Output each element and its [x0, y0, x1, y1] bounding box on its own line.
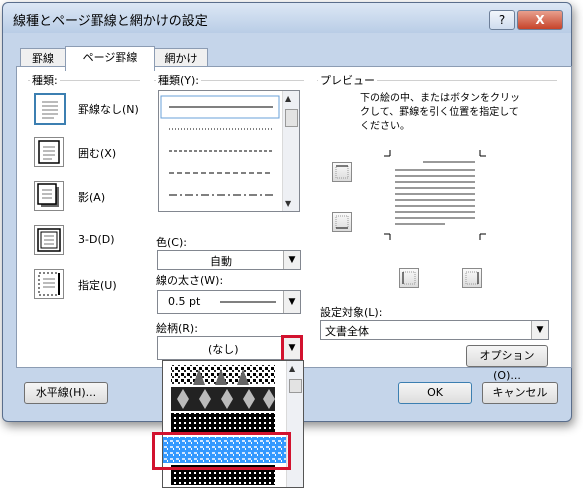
left-border-icon: [402, 271, 416, 285]
apply-to-dropdown-arrow-icon[interactable]: ▼: [531, 321, 548, 339]
dialog-title: 線種とページ罫線と網かけの設定: [13, 14, 208, 29]
setting-shadow-button[interactable]: [34, 181, 64, 211]
horizontal-line-button[interactable]: 水平線(H)...: [24, 382, 108, 404]
setting-3d-icon: [37, 228, 61, 252]
setting-none-button[interactable]: [34, 93, 66, 125]
color-dropdown[interactable]: 自動 ▼: [157, 250, 301, 270]
art-dropdown[interactable]: (なし) ▼: [157, 336, 301, 360]
setting-shadow-label[interactable]: 影(A): [78, 189, 105, 205]
setting-box-icon: [38, 140, 60, 164]
setting-none-icon: [42, 101, 58, 119]
setting-3d-label[interactable]: 3-D(D): [78, 233, 115, 246]
close-button[interactable]: X: [517, 10, 563, 30]
width-value: 0.5 pt: [168, 295, 201, 308]
setting-custom-icon: [38, 272, 60, 296]
right-border-icon: [465, 271, 479, 285]
width-line-sample: [220, 301, 276, 303]
top-border-icon: [335, 165, 349, 179]
preview-page[interactable]: [375, 148, 495, 248]
setting-box-label[interactable]: 囲む(X): [78, 145, 116, 161]
right-border-button[interactable]: [462, 268, 482, 288]
width-dropdown[interactable]: 0.5 pt ▼: [157, 290, 301, 314]
style-label: 種類(Y):: [156, 72, 202, 88]
preview-label: プレビュー: [318, 72, 377, 88]
line-style-samples: [160, 95, 280, 196]
art-scroll-thumb[interactable]: [289, 379, 302, 393]
bottom-border-button[interactable]: [332, 212, 352, 232]
cancel-button[interactable]: キャンセル: [482, 382, 558, 404]
setting-none-label[interactable]: 罫線なし(N): [78, 101, 139, 117]
art-label: 絵柄(R):: [156, 322, 198, 335]
help-button[interactable]: ?: [489, 10, 515, 30]
setting-shadow-icon: [37, 183, 59, 207]
setting-3d-button[interactable]: [34, 225, 64, 255]
settings-label: 種類:: [30, 72, 60, 88]
top-border-button[interactable]: [332, 162, 352, 182]
tab-page-border[interactable]: ページ罫線: [65, 46, 155, 71]
color-value: 自動: [210, 255, 232, 268]
width-label: 線の太さ(W):: [156, 274, 224, 287]
apply-to-label: 設定対象(L):: [320, 306, 383, 319]
bottom-border-icon: [335, 215, 349, 229]
preview-instructions: 下の絵の中、またはボタンをクリックして、罫線を引く位置を指定してください。: [360, 93, 520, 132]
ok-button[interactable]: OK: [398, 382, 472, 404]
setting-box-button[interactable]: [34, 137, 64, 167]
line-style-list[interactable]: ▲ ▼: [158, 90, 300, 212]
selected-art-highlight: [152, 432, 291, 470]
color-dropdown-arrow-icon[interactable]: ▼: [283, 251, 300, 269]
title-bar[interactable]: 線種とページ罫線と網かけの設定 ? X: [3, 3, 571, 33]
color-label: 色(C):: [156, 236, 187, 249]
apply-to-value: 文書全体: [325, 325, 369, 338]
setting-custom-label[interactable]: 指定(U): [78, 277, 117, 293]
art-scroll-up-arrow-icon[interactable]: ▲: [289, 364, 295, 373]
scroll-up-arrow-icon[interactable]: ▲: [285, 94, 291, 103]
left-border-button[interactable]: [399, 268, 419, 288]
width-dropdown-arrow-icon[interactable]: ▼: [283, 291, 300, 313]
art-value: (なし): [208, 343, 239, 356]
line-style-scrollbar[interactable]: ▲ ▼: [282, 91, 299, 211]
scroll-thumb[interactable]: [285, 109, 298, 127]
setting-custom-button[interactable]: [34, 269, 64, 299]
apply-to-dropdown[interactable]: 文書全体 ▼: [320, 320, 549, 340]
scroll-down-arrow-icon[interactable]: ▼: [285, 199, 291, 208]
options-button[interactable]: オプション(O)...: [466, 345, 548, 382]
